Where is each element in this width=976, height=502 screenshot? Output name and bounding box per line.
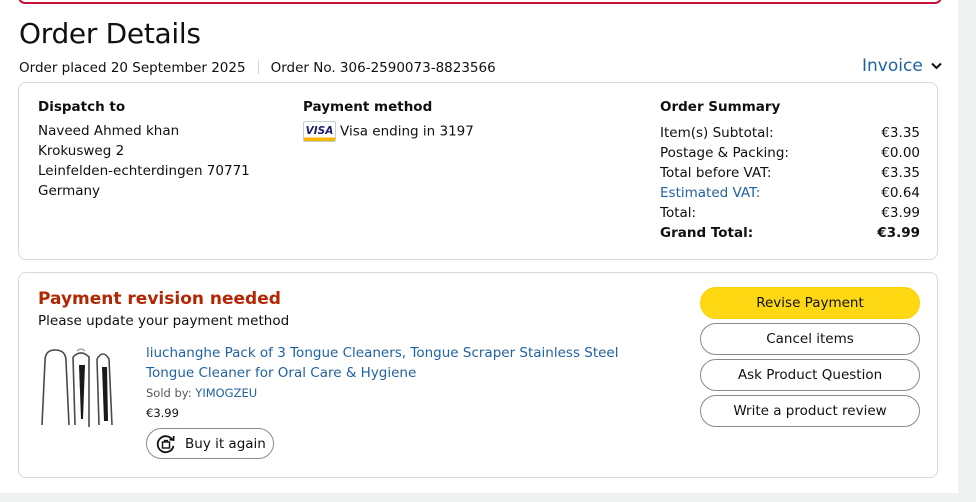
payment-revision-title: Payment revision needed bbox=[38, 289, 281, 309]
shipment-card: Payment revision needed Please update yo… bbox=[18, 272, 938, 478]
order-info-card: Dispatch to Naveed Ahmed khan Krokusweg … bbox=[18, 82, 938, 260]
address-line: Leinfelden-echterdingen 70771 bbox=[38, 163, 250, 179]
summary-value: €0.00 bbox=[881, 145, 920, 161]
payment-card: VISA Visa ending in 3197 bbox=[303, 121, 474, 142]
page-title: Order Details bbox=[19, 17, 201, 50]
summary-heading: Order Summary bbox=[660, 99, 781, 115]
address-line: Germany bbox=[38, 183, 101, 199]
address-line: Krokusweg 2 bbox=[38, 143, 125, 159]
seller-link[interactable]: YIMOGZEU bbox=[195, 386, 257, 400]
invoice-dropdown[interactable]: Invoice bbox=[862, 56, 942, 76]
page-gutter-bottom bbox=[0, 493, 976, 502]
summary-label: Grand Total: bbox=[660, 225, 754, 241]
estimated-vat-link[interactable]: Estimated VAT: bbox=[660, 183, 855, 203]
grand-total-row: Grand Total: €3.99 bbox=[660, 223, 920, 243]
order-meta: Order placed 20 September 2025 Order No. … bbox=[19, 60, 496, 76]
payment-revision-subtitle: Please update your payment method bbox=[38, 313, 290, 329]
product-price: €3.99 bbox=[146, 406, 179, 420]
page-gutter-right bbox=[958, 0, 976, 502]
summary-value: €3.35 bbox=[881, 125, 920, 141]
summary-row: Total: €3.99 bbox=[660, 203, 920, 223]
write-review-button[interactable]: Write a product review bbox=[700, 395, 920, 427]
payment-section: Payment method VISA Visa ending in 3197 bbox=[303, 97, 474, 142]
product-image[interactable] bbox=[39, 345, 125, 431]
summary-value: €3.35 bbox=[881, 165, 920, 181]
card-text: Visa ending in 3197 bbox=[340, 123, 474, 140]
summary-value: €0.64 bbox=[881, 185, 920, 201]
sold-by-label: Sold by: bbox=[146, 386, 192, 400]
alert-top-border bbox=[18, 0, 942, 4]
address-line: Naveed Ahmed khan bbox=[38, 123, 180, 139]
payment-heading: Payment method bbox=[303, 99, 433, 115]
summary-label: Total: bbox=[660, 205, 697, 221]
summary-row: Item(s) Subtotal: €3.35 bbox=[660, 123, 920, 143]
invoice-label: Invoice bbox=[862, 56, 923, 76]
summary-row: Total before VAT: €3.35 bbox=[660, 163, 920, 183]
order-placed-date: Order placed 20 September 2025 bbox=[19, 60, 246, 76]
sold-by: Sold by: YIMOGZEU bbox=[146, 386, 257, 400]
reorder-icon bbox=[156, 434, 175, 453]
chevron-down-icon bbox=[931, 62, 942, 70]
dispatch-section: Dispatch to Naveed Ahmed khan Krokusweg … bbox=[38, 97, 250, 201]
summary-value: €3.99 bbox=[881, 205, 920, 221]
product-title-link[interactable]: liuchanghe Pack of 3 Tongue Cleaners, To… bbox=[146, 343, 646, 383]
summary-row: Postage & Packing: €0.00 bbox=[660, 143, 920, 163]
summary-table: Item(s) Subtotal: €3.35 Postage & Packin… bbox=[660, 123, 920, 243]
cancel-items-button[interactable]: Cancel items bbox=[700, 323, 920, 355]
dispatch-heading: Dispatch to bbox=[38, 99, 126, 115]
summary-label: Total before VAT: bbox=[660, 165, 772, 181]
revise-payment-button[interactable]: Revise Payment bbox=[700, 287, 920, 319]
summary-label: Item(s) Subtotal: bbox=[660, 125, 774, 141]
buy-again-button[interactable]: Buy it again bbox=[146, 428, 274, 459]
grand-total-value: €3.99 bbox=[877, 225, 920, 241]
order-summary: Order Summary Item(s) Subtotal: €3.35 Po… bbox=[660, 97, 920, 243]
ask-question-button[interactable]: Ask Product Question bbox=[700, 359, 920, 391]
summary-row: Estimated VAT: €0.64 bbox=[660, 183, 920, 203]
visa-card-icon: VISA bbox=[303, 121, 336, 142]
order-number: Order No. 306-2590073-8823566 bbox=[270, 60, 496, 76]
meta-divider bbox=[257, 60, 259, 74]
buy-again-label: Buy it again bbox=[185, 435, 266, 452]
summary-label: Postage & Packing: bbox=[660, 145, 789, 161]
